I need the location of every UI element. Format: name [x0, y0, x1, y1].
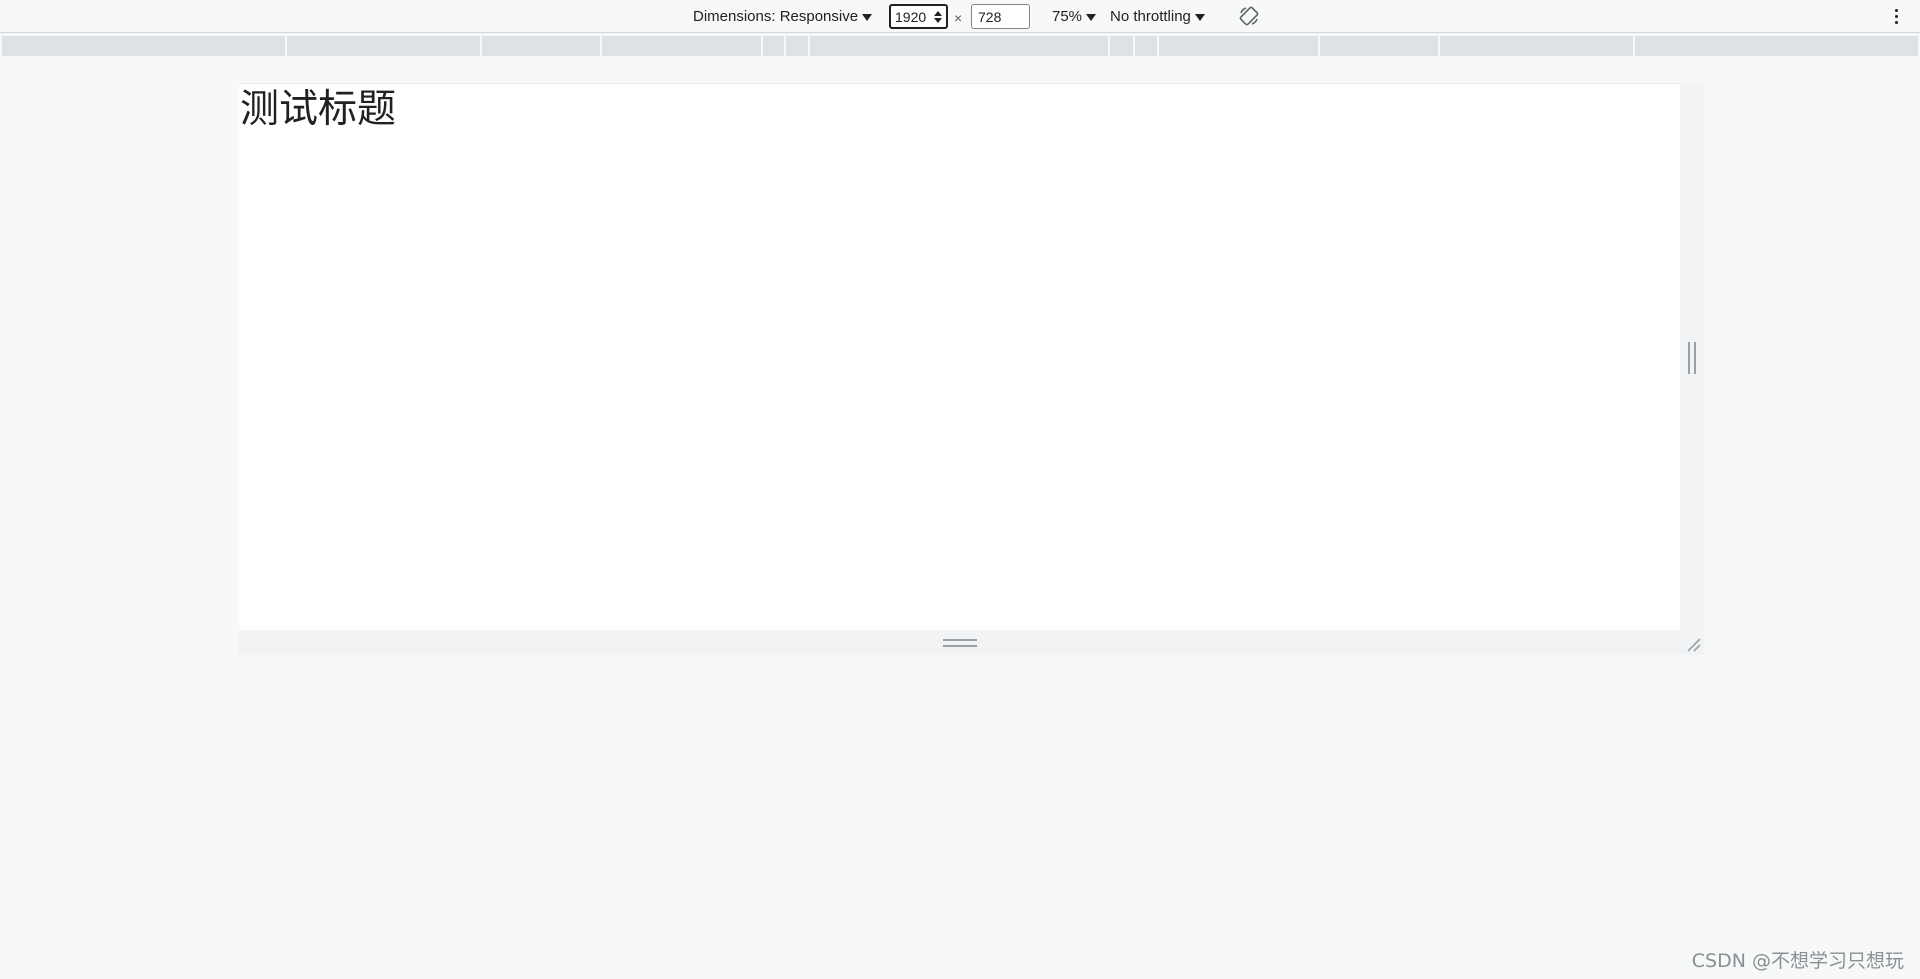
dropdown-caret-icon — [1194, 13, 1205, 21]
media-query-divider — [784, 36, 786, 56]
height-value[interactable]: 728 — [978, 9, 1001, 25]
media-query-divider — [1108, 36, 1110, 56]
media-query-divider — [600, 36, 602, 56]
width-input[interactable]: 1920 — [889, 4, 948, 29]
spinner-arrows-icon[interactable] — [932, 8, 944, 25]
height-resize-handle[interactable] — [943, 639, 977, 647]
media-query-bar[interactable] — [2, 36, 1918, 56]
media-query-divider — [808, 36, 810, 56]
throttling-dropdown[interactable]: No throttling — [1110, 0, 1205, 33]
zoom-label: 75% — [1052, 8, 1083, 25]
device-toolbar: Dimensions: Responsive 1920 × 728 75% No… — [0, 0, 1920, 33]
media-query-divider — [1318, 36, 1320, 56]
dimensions-dropdown[interactable]: Dimensions: Responsive — [693, 0, 873, 33]
dropdown-caret-icon — [1086, 13, 1097, 21]
page-heading: 测试标题 — [240, 87, 397, 132]
device-frame: 测试标题 — [239, 83, 1704, 655]
media-query-divider — [1133, 36, 1135, 56]
media-query-divider — [285, 36, 287, 56]
media-query-divider — [761, 36, 763, 56]
width-value[interactable]: 1920 — [895, 9, 932, 25]
more-vert-icon[interactable] — [1890, 4, 1902, 28]
corner-resize-icon[interactable] — [1685, 636, 1701, 652]
dropdown-caret-icon — [862, 13, 873, 21]
height-input[interactable]: 728 — [971, 4, 1030, 29]
rotate-icon[interactable] — [1237, 4, 1261, 28]
media-query-divider — [1157, 36, 1159, 56]
dimensions-label: Dimensions: Responsive — [693, 8, 859, 25]
throttling-label: No throttling — [1110, 8, 1191, 25]
width-resize-handle[interactable] — [1688, 342, 1696, 374]
media-query-divider — [480, 36, 482, 56]
watermark: CSDN @不想学习只想玩 — [1691, 950, 1904, 972]
zoom-dropdown[interactable]: 75% — [1052, 0, 1097, 33]
emulated-viewport[interactable]: 测试标题 — [239, 83, 1680, 630]
dimension-separator: × — [954, 9, 963, 26]
media-query-divider — [1438, 36, 1440, 56]
media-query-divider — [1633, 36, 1635, 56]
